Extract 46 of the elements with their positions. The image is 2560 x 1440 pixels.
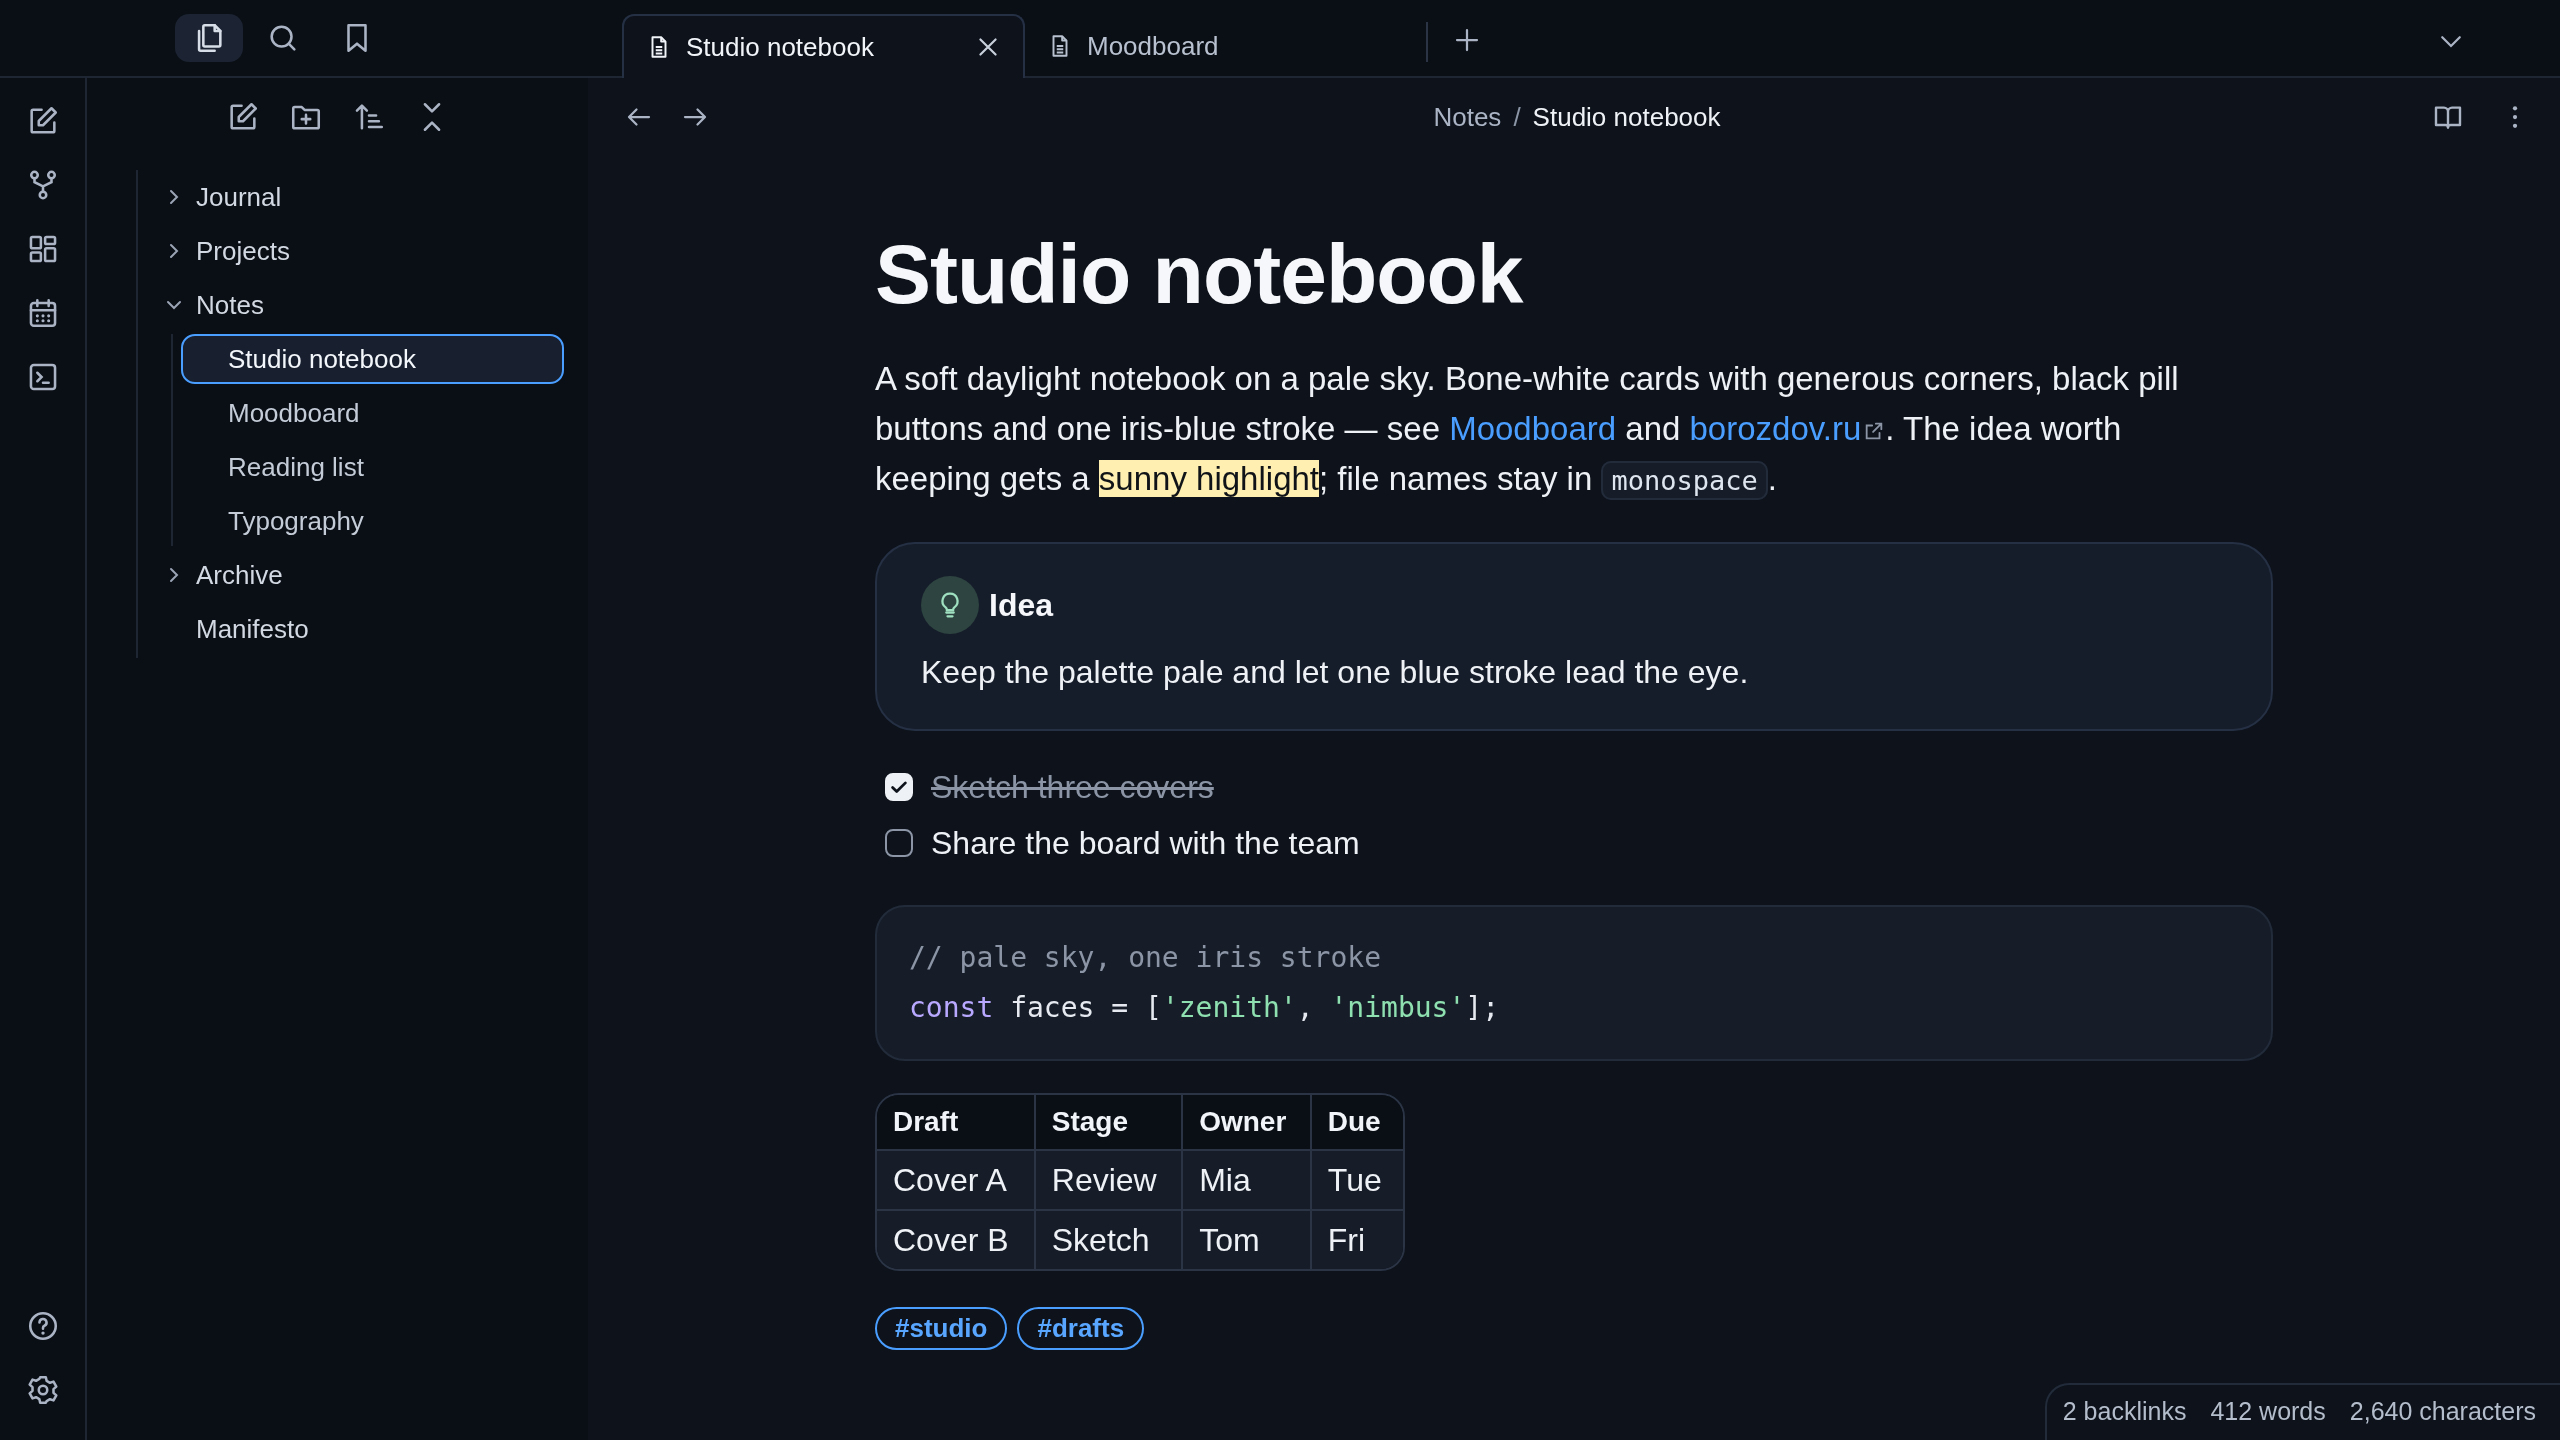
column-header: Draft [877, 1095, 1036, 1150]
note-link[interactable]: Moodboard [1449, 410, 1617, 448]
column-header: Owner [1183, 1095, 1312, 1150]
tab[interactable]: Moodboard [1025, 14, 1428, 78]
callout-text: Keep the palette pale and let one blue stroke lead the eye. [921, 654, 1750, 692]
note-paragraph: A soft daylight notebook on a pale sky. Bone-white cards with generous corners, black pill buttons and one iris-blue stroke — see Moodboard and borozdov.ru . The idea worth keeping gets a sunny highlight; file names stay in monospace . [875, 354, 2205, 507]
tag[interactable]: #drafts [1017, 1307, 1145, 1351]
file-tree-item[interactable]: Manifesto [138, 604, 568, 654]
external-link[interactable]: borozdov.ru [1689, 410, 1886, 448]
table-cell: Cover B [877, 1209, 1036, 1270]
code-line: const faces = ['zenith', 'nimbus']; [909, 990, 1501, 1027]
table-cell: Review [1035, 1149, 1184, 1210]
file-tree-item[interactable]: Archive [138, 550, 568, 600]
checkbox[interactable] [885, 829, 913, 858]
task-label: Sketch three covers [931, 768, 1214, 806]
table-cell: Cover A [877, 1149, 1036, 1210]
file-tree-item[interactable]: Projects [138, 226, 568, 276]
column-header: Stage [1035, 1095, 1184, 1150]
tab-title: Moodboard [1087, 30, 1220, 62]
breadcrumb-link[interactable]: Notes [1433, 101, 1502, 133]
table-cell: Tom [1183, 1209, 1312, 1270]
file-tree-item[interactable]: Studio notebook [181, 334, 564, 384]
table-cell: Tue [1311, 1149, 1403, 1210]
column-header: Due [1311, 1095, 1403, 1150]
tag[interactable]: #studio [875, 1307, 1008, 1351]
file-tree-item[interactable]: Reading list [181, 442, 564, 492]
table-cell: Mia [1183, 1149, 1312, 1210]
file-tree-item[interactable]: Typography [181, 496, 564, 546]
status-item: 412 words [2210, 1397, 2326, 1426]
callout-title: Idea [989, 586, 1054, 624]
status-item: 2,640 characters [2349, 1397, 2536, 1426]
tab-title: Studio notebook [686, 31, 875, 63]
tab[interactable]: Studio notebook [622, 14, 1025, 78]
breadcrumb-current: Studio notebook [1532, 101, 1721, 133]
file-tree-item[interactable]: Journal [138, 172, 568, 222]
table-cell: Sketch [1035, 1209, 1184, 1270]
sidebar-tab[interactable] [175, 14, 243, 62]
task-label: Share the board with the team [931, 824, 1360, 862]
table-cell: Fri [1311, 1209, 1403, 1270]
code-line: // pale sky, one iris stroke [909, 940, 1382, 977]
file-tree-item[interactable]: Notes [138, 280, 568, 330]
settings-icon[interactable] [25, 1373, 60, 1407]
file-tree-item[interactable]: Moodboard [181, 388, 564, 438]
breadcrumb-separator: / [1513, 101, 1521, 133]
status-item: 2 backlinks [2062, 1397, 2187, 1426]
note-title: Studio notebook [875, 228, 1525, 321]
